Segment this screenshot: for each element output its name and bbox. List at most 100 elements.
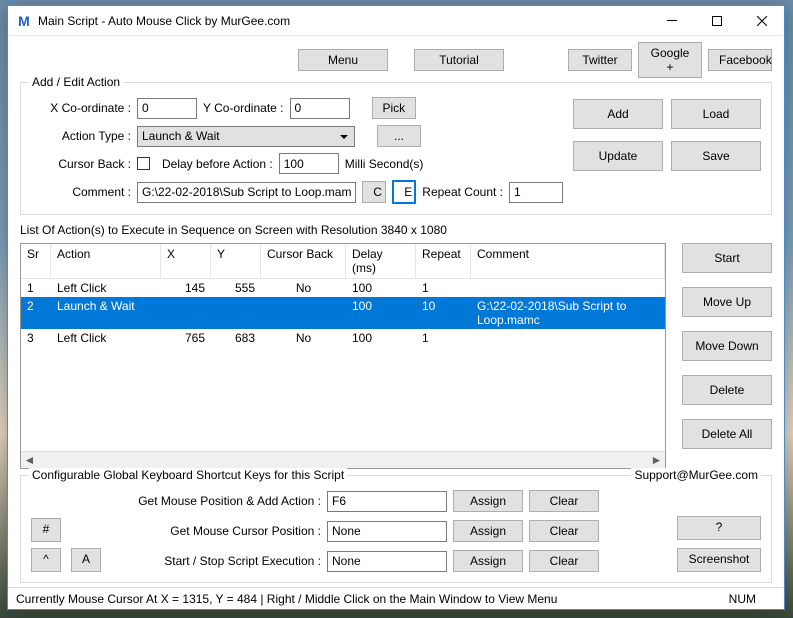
cell: 1 — [21, 279, 51, 297]
facebook-button[interactable]: Facebook — [708, 49, 772, 71]
save-button[interactable]: Save — [671, 141, 761, 171]
th-comment[interactable]: Comment — [471, 244, 665, 278]
close-button[interactable] — [739, 6, 784, 35]
th-repeat[interactable]: Repeat — [416, 244, 471, 278]
table-row[interactable]: 3Left Click765683No1001 — [21, 329, 665, 347]
delay-label: Delay before Action : — [162, 157, 273, 171]
content: Menu Tutorial Twitter Google + Facebook … — [8, 36, 784, 587]
ellipsis-button[interactable]: ... — [377, 125, 421, 147]
maximize-button[interactable] — [694, 6, 739, 35]
status-num: NUM — [729, 592, 756, 606]
x-label: X Co-ordinate : — [31, 101, 131, 115]
start-button[interactable]: Start — [682, 243, 772, 273]
window-title: Main Script - Auto Mouse Click by MurGee… — [38, 14, 649, 28]
menu-button[interactable]: Menu — [298, 49, 388, 71]
x-input[interactable] — [137, 98, 197, 119]
c-button[interactable]: C — [362, 181, 386, 203]
y-label: Y Co-ordinate : — [203, 101, 284, 115]
comment-label: Comment : — [31, 185, 131, 199]
cell: 100 — [346, 297, 416, 329]
add-edit-fieldset: Add / Edit Action X Co-ordinate : Y Co-o… — [20, 82, 772, 215]
cell: 1 — [416, 329, 471, 347]
y-input[interactable] — [290, 98, 350, 119]
pick-button[interactable]: Pick — [372, 97, 416, 119]
move-up-button[interactable]: Move Up — [682, 287, 772, 317]
statusbar: Currently Mouse Cursor At X = 1315, Y = … — [8, 587, 784, 609]
cell: 3 — [21, 329, 51, 347]
list-caption: List Of Action(s) to Execute in Sequence… — [20, 223, 772, 237]
move-down-button[interactable]: Move Down — [682, 331, 772, 361]
shortcut2-label: Get Mouse Cursor Position : — [111, 524, 321, 538]
repeat-input[interactable] — [509, 182, 563, 203]
support-link[interactable]: Support@MurGee.com — [631, 468, 761, 482]
cell: Left Click — [51, 329, 161, 347]
delete-button[interactable]: Delete — [682, 375, 772, 405]
hash-button[interactable]: # — [31, 518, 61, 542]
cell: 683 — [211, 329, 261, 347]
shortcuts-legend: Configurable Global Keyboard Shortcut Ke… — [29, 468, 347, 482]
th-sr[interactable]: Sr — [21, 244, 51, 278]
table-body: 1Left Click145555No10012Launch & Wait100… — [21, 279, 665, 451]
window-controls — [649, 6, 784, 35]
cell: 100 — [346, 329, 416, 347]
load-button[interactable]: Load — [671, 99, 761, 129]
update-button[interactable]: Update — [573, 141, 663, 171]
main-window: M Main Script - Auto Mouse Click by MurG… — [7, 5, 785, 610]
th-action[interactable]: Action — [51, 244, 161, 278]
th-cursor[interactable]: Cursor Back — [261, 244, 346, 278]
clear2-button[interactable]: Clear — [529, 520, 599, 542]
cell: 2 — [21, 297, 51, 329]
cell — [471, 329, 665, 347]
delay-input[interactable] — [279, 153, 339, 174]
add-button[interactable]: Add — [573, 99, 663, 129]
assign3-button[interactable]: Assign — [453, 550, 523, 572]
table-row[interactable]: 2Launch & Wait10010G:\22-02-2018\Sub Scr… — [21, 297, 665, 329]
screenshot-button[interactable]: Screenshot — [677, 548, 761, 572]
th-x[interactable]: X — [161, 244, 211, 278]
assign1-button[interactable]: Assign — [453, 490, 523, 512]
delete-all-button[interactable]: Delete All — [682, 419, 772, 449]
app-icon: M — [16, 13, 32, 29]
e-button[interactable]: E — [392, 180, 416, 204]
google-button[interactable]: Google + — [638, 42, 702, 78]
cell — [471, 279, 665, 297]
shortcut1-input[interactable] — [327, 491, 447, 512]
titlebar[interactable]: M Main Script - Auto Mouse Click by MurG… — [8, 6, 784, 36]
comment-input[interactable] — [137, 182, 356, 203]
cursor-back-label: Cursor Back : — [31, 157, 131, 171]
shortcuts-fieldset: Configurable Global Keyboard Shortcut Ke… — [20, 475, 772, 583]
h-scrollbar[interactable]: ◄ ► — [21, 451, 665, 468]
scroll-left-icon[interactable]: ◄ — [21, 452, 38, 469]
clear1-button[interactable]: Clear — [529, 490, 599, 512]
cell — [211, 297, 261, 329]
th-y[interactable]: Y — [211, 244, 261, 278]
shortcut2-input[interactable] — [327, 521, 447, 542]
cell: 100 — [346, 279, 416, 297]
tutorial-button[interactable]: Tutorial — [414, 49, 504, 71]
delay-unit: Milli Second(s) — [345, 157, 424, 171]
list-side-buttons: Start Move Up Move Down Delete Delete Al… — [682, 243, 772, 469]
cell: Left Click — [51, 279, 161, 297]
action-type-label: Action Type : — [31, 129, 131, 143]
help-button[interactable]: ? — [677, 516, 761, 540]
add-edit-legend: Add / Edit Action — [29, 75, 123, 89]
clear3-button[interactable]: Clear — [529, 550, 599, 572]
assign2-button[interactable]: Assign — [453, 520, 523, 542]
twitter-button[interactable]: Twitter — [568, 49, 632, 71]
minimize-button[interactable] — [649, 6, 694, 35]
cursor-back-checkbox[interactable] — [137, 157, 150, 170]
a-button[interactable]: A — [71, 548, 101, 572]
cell — [261, 297, 346, 329]
cell: G:\22-02-2018\Sub Script to Loop.mamc — [471, 297, 665, 329]
table-row[interactable]: 1Left Click145555No1001 — [21, 279, 665, 297]
caret-button[interactable]: ^ — [31, 548, 61, 572]
cell — [161, 297, 211, 329]
th-delay[interactable]: Delay (ms) — [346, 244, 416, 278]
action-type-combo[interactable]: Launch & Wait — [137, 126, 355, 147]
cell: 555 — [211, 279, 261, 297]
action-type-value: Launch & Wait — [142, 129, 220, 143]
cell: No — [261, 329, 346, 347]
shortcut3-input[interactable] — [327, 551, 447, 572]
scroll-right-icon[interactable]: ► — [648, 452, 665, 469]
action-table[interactable]: Sr Action X Y Cursor Back Delay (ms) Rep… — [20, 243, 666, 469]
